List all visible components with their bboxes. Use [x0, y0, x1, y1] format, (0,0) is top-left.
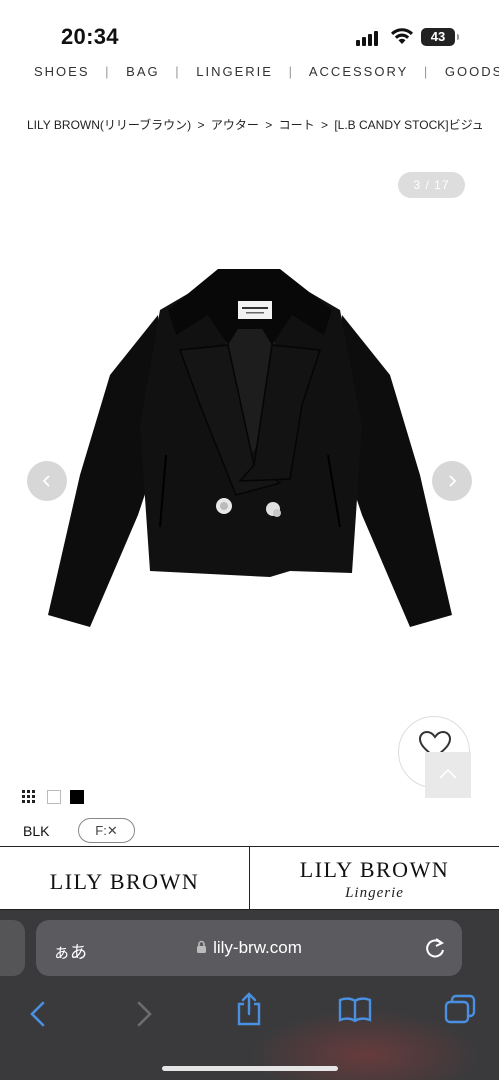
swatch-pattern[interactable]	[22, 790, 36, 804]
breadcrumb-separator: >	[320, 118, 328, 132]
category-separator: |	[105, 64, 111, 79]
category-separator: |	[175, 64, 181, 79]
category-separator: |	[423, 64, 430, 79]
scroll-top-button[interactable]	[425, 752, 471, 798]
brand-subtitle: Lingerie	[345, 885, 404, 901]
gallery-prev-button[interactable]	[27, 461, 67, 501]
category-item-lingerie[interactable]: LINGERIE	[196, 64, 273, 79]
status-bar: 20:34 43	[0, 0, 499, 62]
category-item-goods[interactable]: GOODS	[445, 64, 499, 79]
breadcrumb-separator: >	[197, 118, 205, 132]
url-text: lily-brw.com	[213, 938, 302, 957]
brand-name: LILY BROWN	[49, 869, 200, 894]
bookmarks-icon[interactable]	[338, 996, 372, 1022]
breadcrumb-separator: >	[265, 118, 273, 132]
back-icon[interactable]	[28, 1000, 48, 1028]
product-image[interactable]	[40, 255, 460, 665]
breadcrumb: LILY BROWN(リリーブラウン) > アウター > コート > [L.B …	[27, 116, 499, 133]
home-indicator	[162, 1066, 338, 1071]
status-time: 20:34	[61, 24, 119, 49]
brand-link-lingerie[interactable]: LILY BROWN Lingerie	[250, 847, 499, 909]
address-bar[interactable]: ぁあ lily-brw.com	[36, 920, 462, 976]
gallery-next-button[interactable]	[432, 461, 472, 501]
screen: 20:34 43 SHOES | BAG | LINGERIE | ACCESS…	[0, 0, 499, 1080]
image-counter: 3 / 17	[398, 172, 465, 198]
signal-icon	[356, 30, 382, 46]
forward-icon[interactable]	[134, 1000, 154, 1028]
previous-tab-preview[interactable]	[0, 920, 25, 976]
color-label: BLK	[23, 823, 50, 839]
breadcrumb-brand[interactable]: LILY BROWN(リリーブラウン)	[27, 118, 191, 132]
lock-icon	[197, 940, 207, 953]
share-icon[interactable]	[235, 992, 263, 1026]
swatch-white[interactable]	[47, 790, 61, 804]
breadcrumb-current: [L.B CANDY STOCK]ビジュ	[334, 118, 484, 132]
brand-name: LILY BROWN	[299, 857, 450, 882]
chevron-right-icon	[449, 475, 457, 487]
breadcrumb-outer[interactable]: アウター	[211, 118, 259, 132]
swatch-black[interactable]	[70, 790, 84, 804]
chevron-left-icon	[42, 475, 50, 487]
category-item-accessory[interactable]: ACCESSORY	[309, 64, 408, 79]
category-item-shoes[interactable]: SHOES	[34, 64, 90, 79]
category-item-bag[interactable]: BAG	[126, 64, 159, 79]
reload-icon[interactable]	[424, 936, 446, 960]
breadcrumb-coat[interactable]: コート	[279, 118, 315, 132]
wifi-icon	[391, 28, 413, 44]
brand-link-lily-brown[interactable]: LILY BROWN	[0, 847, 250, 909]
tabs-icon[interactable]	[444, 994, 476, 1024]
battery-icon: 43	[421, 28, 459, 46]
brand-bar: LILY BROWN LILY BROWN Lingerie	[0, 846, 499, 910]
chevron-up-icon	[439, 768, 457, 779]
size-pill[interactable]: F:✕	[78, 818, 135, 843]
category-separator: |	[288, 64, 294, 79]
url-display: lily-brw.com	[36, 938, 462, 958]
